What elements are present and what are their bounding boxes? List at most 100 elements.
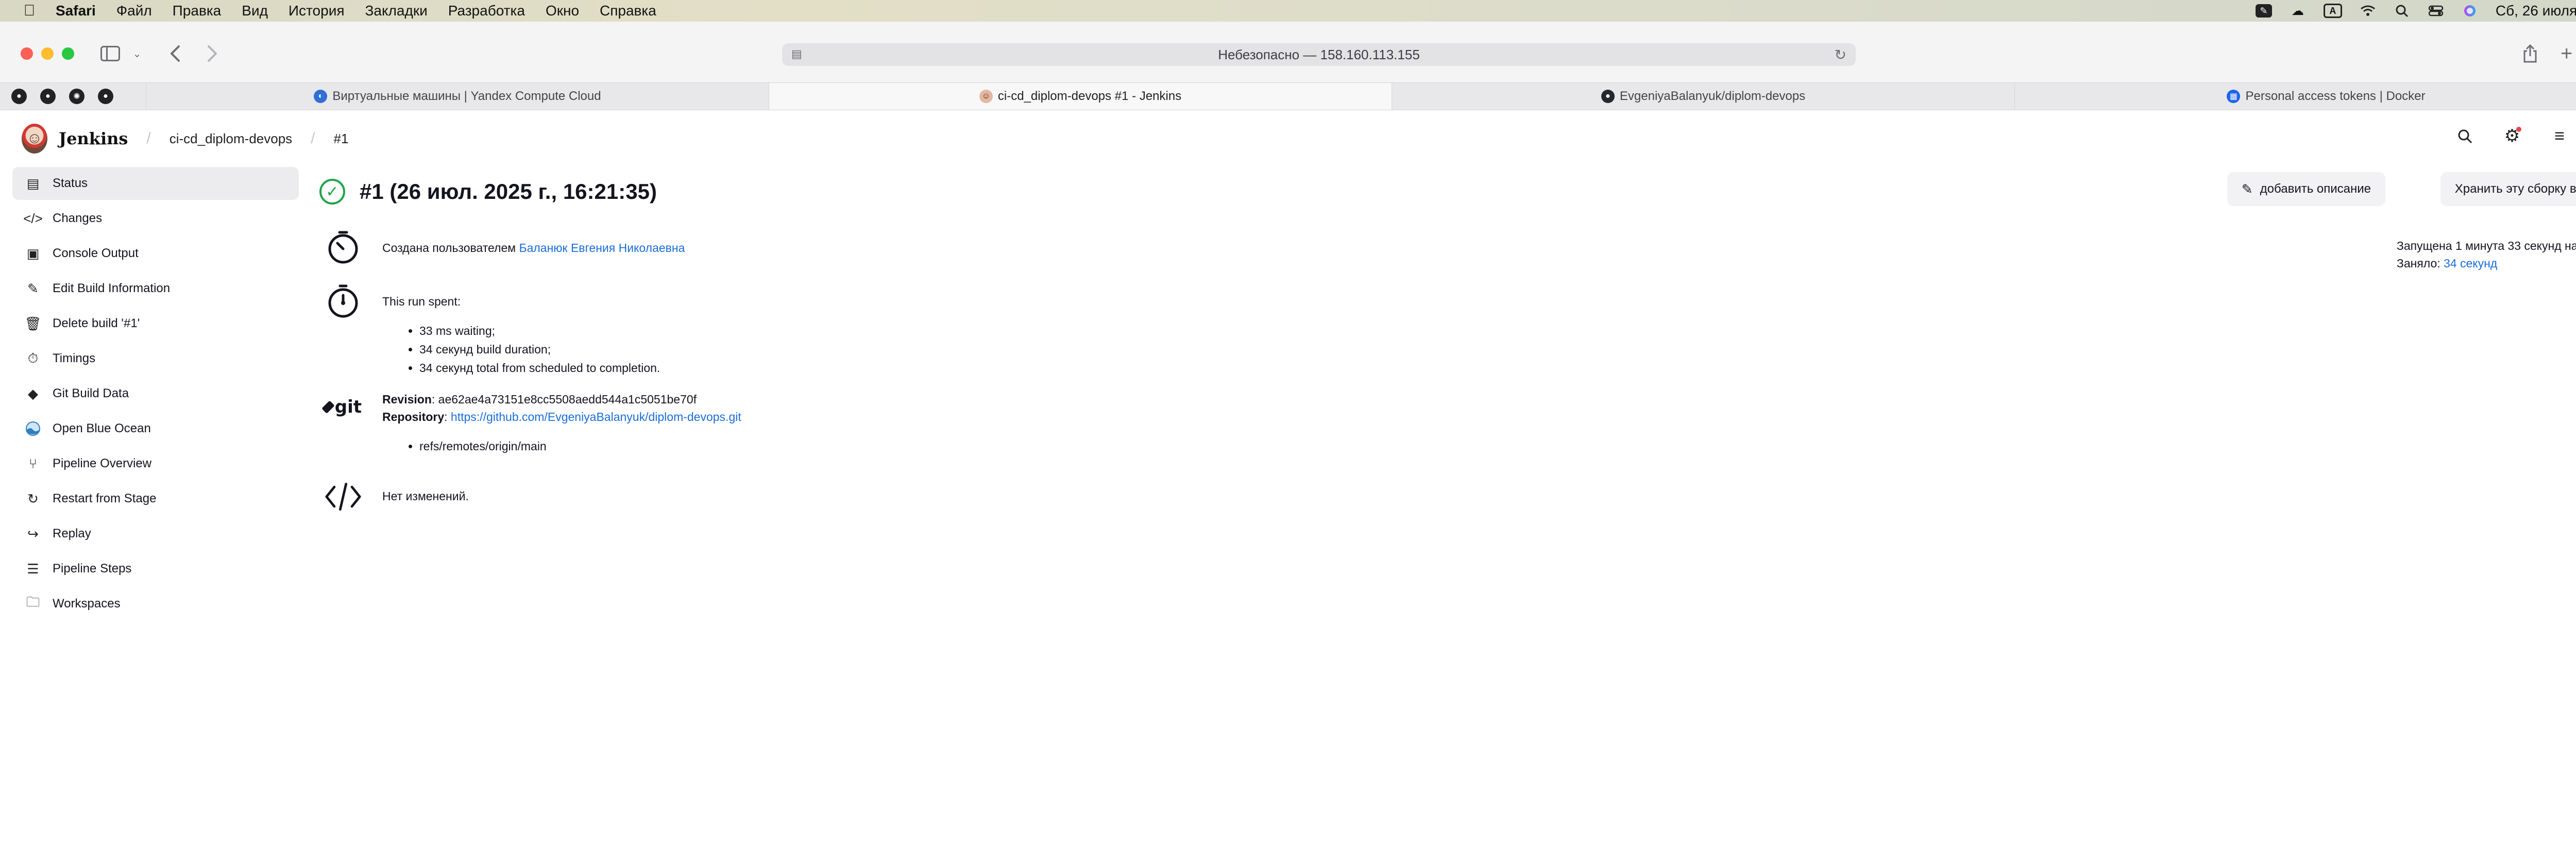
page-settings-icon[interactable]: ▤ <box>791 47 806 62</box>
tab-yandex-cloud[interactable]: ◐ Виртуальные машины | Yandex Compute Cl… <box>146 83 769 110</box>
created-by-row: Создана пользователем Баланюк Евгения Ни… <box>325 229 685 266</box>
edit-icon: ✎ <box>27 280 39 296</box>
creative-cloud-icon[interactable]: ☁ <box>2290 4 2306 18</box>
search-icon[interactable] <box>2454 126 2475 146</box>
menu-view[interactable]: Вид <box>242 3 268 19</box>
sidebar-item-status[interactable]: ▤ Status <box>12 167 299 200</box>
notification-dot <box>2516 127 2521 132</box>
run-spent-row: This run spent: 33 ms waiting; 34 секунд… <box>325 282 660 377</box>
created-by-user-link[interactable]: Баланюк Евгения Николаевна <box>519 241 685 255</box>
sidebar-item-label: Git Build Data <box>53 386 129 400</box>
breadcrumb-job[interactable]: ci-cd_diplom-devops <box>170 131 292 147</box>
yandex-cloud-icon: ◐ <box>314 90 328 103</box>
sidebar-item-label: Console Output <box>53 246 139 260</box>
share-icon[interactable] <box>2522 43 2538 64</box>
folder-icon: 🗀 <box>26 594 40 610</box>
took-row: Заняло: 34 секунд <box>2397 255 2576 272</box>
sidebar-item-label: Pipeline Overview <box>53 456 152 470</box>
control-center-icon[interactable] <box>2428 4 2444 18</box>
started-ago: Запущена 1 минута 33 секунд назад <box>2396 239 2576 252</box>
menu-bookmarks[interactable]: Закладки <box>365 3 428 19</box>
apple-menu-icon[interactable]:  <box>21 2 38 20</box>
menu-history[interactable]: История <box>289 3 345 19</box>
sidebar-item-replay[interactable]: ↪ Replay <box>12 517 299 550</box>
add-description-button[interactable]: ✎ добавить описание <box>2227 172 2385 206</box>
window-close-button[interactable] <box>21 47 33 60</box>
jenkins-brand[interactable]: Jenkins <box>59 129 128 148</box>
back-icon[interactable] <box>165 43 185 64</box>
code-icon <box>325 478 362 515</box>
revision-line: Revision: ae62ae4a73151e8cc5508aedd544a1… <box>382 391 741 408</box>
sidebar-item-workspaces[interactable]: 🗀 Workspaces <box>12 587 299 620</box>
forward-icon[interactable] <box>202 43 223 64</box>
window-minimize-button[interactable] <box>41 47 54 60</box>
sidebar-item-label: Replay <box>53 527 91 540</box>
sidebar-item-restart-from-stage[interactable]: ↻ Restart from Stage <box>12 482 299 515</box>
tab-bar: ● ● ✺ ● ◐ Виртуальные машины | Yandex Co… <box>0 82 2576 110</box>
trash-icon: 🗑 <box>24 315 42 331</box>
search-icon[interactable] <box>2394 4 2410 18</box>
sidebar-item-console-output[interactable]: ▣ Console Output <box>12 237 299 270</box>
sidebar-item-pipeline-steps[interactable]: ☰ Pipeline Steps <box>12 552 299 585</box>
took-duration-link[interactable]: 34 секунд <box>2444 257 2497 270</box>
jenkins-icon: ☺ <box>979 90 993 103</box>
window-zoom-button[interactable] <box>62 47 74 60</box>
refs-list: refs/remotes/origin/main <box>419 437 741 455</box>
repository-url-link[interactable]: https://github.com/EvgeniyaBalanyuk/dipl… <box>451 410 741 424</box>
menu-app-safari[interactable]: Safari <box>56 3 96 19</box>
breadcrumb-build[interactable]: #1 <box>334 131 349 147</box>
steps-icon: ☰ <box>27 561 39 577</box>
menu-file[interactable]: Файл <box>116 3 152 19</box>
menu-develop[interactable]: Разработка <box>448 3 525 19</box>
github-icon[interactable]: ● <box>11 89 27 104</box>
took-label: Заняло: <box>2396 257 2444 270</box>
sidebar-item-label: Status <box>53 176 88 190</box>
notes-icon[interactable]: ✎ <box>2255 4 2272 18</box>
sidebar-item-edit-build-information[interactable]: ✎ Edit Build Information <box>12 272 299 305</box>
manage-jenkins-gear-icon[interactable]: ⚙ <box>2502 126 2522 146</box>
list-item: refs/remotes/origin/main <box>419 437 741 455</box>
sidebar-toggle-icon[interactable] <box>100 43 121 64</box>
wifi-icon[interactable] <box>2360 4 2376 18</box>
github-icon[interactable]: ● <box>98 89 113 104</box>
siri-icon[interactable] <box>2462 4 2478 18</box>
address-text: Небезопасно — 158.160.113.155 <box>1218 46 1420 62</box>
menu-window[interactable]: Окно <box>546 3 579 19</box>
address-bar[interactable]: ▤ Небезопасно — 158.160.113.155 ↻ <box>782 43 1856 66</box>
sidebar-item-open-blue-ocean[interactable]: Open Blue Ocean <box>12 412 299 445</box>
git-icon: ◆ <box>28 385 38 401</box>
jenkins-logo[interactable]: ☺ <box>22 124 47 154</box>
breadcrumb-separator: / <box>146 130 151 147</box>
sidebar-item-label: Edit Build Information <box>53 281 171 295</box>
timer-icon <box>325 229 362 266</box>
menu-help[interactable]: Справка <box>600 3 656 19</box>
input-source-icon[interactable]: A <box>2323 4 2342 18</box>
pinned-tabs: ● ● ✺ ● <box>0 83 146 110</box>
tab-github[interactable]: ● EvgeniyaBalanyuk/diplom-devops <box>1392 83 2015 110</box>
build-sidebar: ▤ Status </> Changes ▣ Console Output ✎ … <box>12 167 299 622</box>
sidebar-item-pipeline-overview[interactable]: ⑂ Pipeline Overview <box>12 447 299 480</box>
sidebar-item-delete-build[interactable]: 🗑 Delete build '#1' <box>12 307 299 340</box>
tab-docker[interactable]: ▦ Personal access tokens | Docker <box>2015 83 2576 110</box>
page-title: #1 (26 июл. 2025 г., 16:21:35) <box>360 179 657 204</box>
chatgpt-icon[interactable]: ✺ <box>69 89 84 104</box>
restart-icon: ↻ <box>27 490 39 506</box>
new-tab-icon[interactable]: + <box>2561 42 2572 65</box>
menu-icon[interactable]: ≡ <box>2549 126 2570 146</box>
github-icon[interactable]: ● <box>40 89 56 104</box>
stopwatch-icon: ⏱ <box>27 350 39 366</box>
tab-jenkins[interactable]: ☺ ci-cd_diplom-devops #1 - Jenkins <box>769 83 1392 110</box>
reload-icon[interactable]: ↻ <box>1835 46 1846 63</box>
keep-forever-button[interactable]: Хранить эту сборку вечно <box>2440 172 2576 206</box>
stopwatch-icon <box>325 282 362 319</box>
tab-label: Виртуальные машины | Yandex Compute Clou… <box>332 89 601 103</box>
sidebar-item-git-build-data[interactable]: ◆ Git Build Data <box>12 377 299 410</box>
menu-edit[interactable]: Правка <box>173 3 222 19</box>
menubar-datetime[interactable]: Сб, 26 июля 19:23 <box>2496 3 2576 19</box>
sidebar-item-changes[interactable]: </> Changes <box>12 202 299 235</box>
sidebar-item-label: Changes <box>53 211 103 225</box>
chevron-down-icon[interactable]: ⌄ <box>131 43 143 64</box>
sidebar-item-label: Timings <box>53 351 96 365</box>
git-logo-text: git <box>334 397 362 417</box>
sidebar-item-timings[interactable]: ⏱ Timings <box>12 342 299 375</box>
